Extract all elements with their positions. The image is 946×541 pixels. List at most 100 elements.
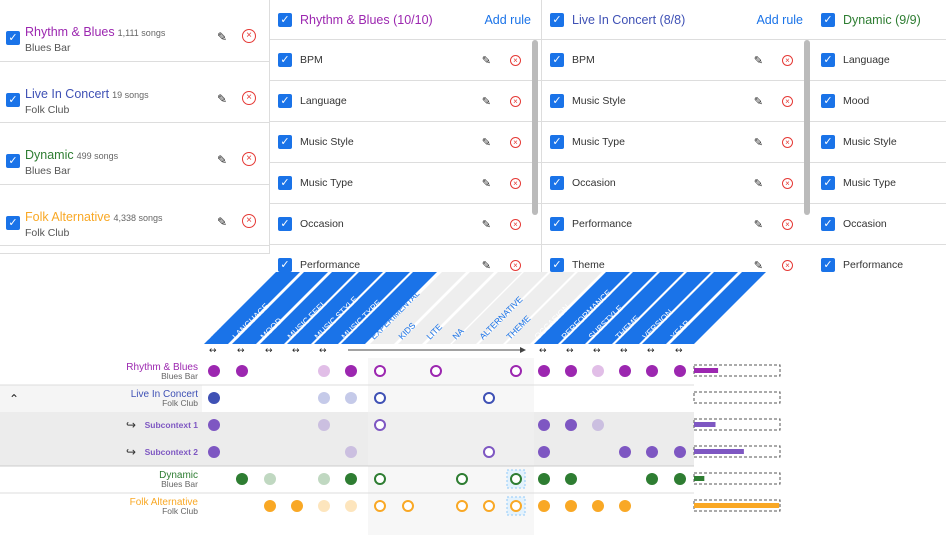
scrollbar[interactable] bbox=[532, 40, 538, 215]
pencil-icon[interactable]: ✎ bbox=[754, 177, 763, 190]
close-circle-icon[interactable]: × bbox=[242, 29, 256, 43]
check-icon[interactable]: ✓ bbox=[821, 12, 835, 27]
rule-item[interactable]: ✓ Language ✎ × bbox=[270, 81, 541, 122]
matrix-dot[interactable] bbox=[592, 500, 604, 512]
rule-item[interactable]: ✓ Mood bbox=[813, 81, 946, 122]
pencil-icon[interactable]: ✎ bbox=[754, 95, 763, 108]
matrix-dot[interactable] bbox=[208, 446, 220, 458]
check-icon[interactable]: ✓ bbox=[550, 53, 564, 67]
check-icon[interactable]: ✓ bbox=[278, 53, 292, 67]
check-icon[interactable]: ✓ bbox=[278, 135, 292, 149]
rule-item[interactable]: ✓ BPM ✎ × bbox=[542, 40, 813, 81]
close-circle-icon[interactable]: × bbox=[782, 54, 793, 66]
close-circle-icon[interactable]: × bbox=[782, 136, 793, 148]
close-circle-icon[interactable]: × bbox=[242, 213, 256, 228]
matrix-dot[interactable] bbox=[264, 473, 276, 485]
check-icon[interactable]: ✓ bbox=[278, 12, 292, 27]
pencil-icon[interactable]: ✎ bbox=[217, 153, 227, 167]
column-resize-icon[interactable]: ↔ bbox=[319, 346, 327, 356]
row-label[interactable]: Subcontext 1 bbox=[145, 420, 199, 430]
matrix-dot[interactable] bbox=[236, 365, 248, 377]
matrix-dot[interactable] bbox=[646, 365, 658, 377]
matrix-dot[interactable] bbox=[345, 473, 357, 485]
matrix-dot[interactable] bbox=[619, 446, 631, 458]
check-icon[interactable]: ✓ bbox=[550, 258, 564, 272]
pencil-icon[interactable]: ✎ bbox=[754, 54, 763, 67]
matrix-dot[interactable] bbox=[483, 500, 495, 512]
close-circle-icon[interactable]: × bbox=[510, 136, 521, 148]
matrix-dot[interactable] bbox=[264, 500, 276, 512]
pencil-icon[interactable]: ✎ bbox=[217, 92, 227, 106]
matrix-dot[interactable] bbox=[565, 500, 577, 512]
column-resize-icon[interactable]: ↔ bbox=[647, 346, 655, 356]
close-circle-icon[interactable]: × bbox=[510, 54, 521, 66]
matrix-dot[interactable] bbox=[538, 500, 550, 512]
matrix-dot[interactable] bbox=[483, 446, 495, 458]
context-item[interactable]: ✓ Rhythm & Blues 1,111 songs Blues Bar ✎ × bbox=[0, 0, 269, 62]
matrix-dot[interactable] bbox=[674, 446, 686, 458]
pencil-icon[interactable]: ✎ bbox=[217, 30, 227, 44]
check-icon[interactable]: ✓ bbox=[821, 258, 835, 272]
check-icon[interactable]: ✓ bbox=[550, 176, 564, 190]
check-icon[interactable]: ✓ bbox=[821, 176, 835, 190]
pencil-icon[interactable]: ✎ bbox=[482, 259, 491, 272]
matrix-dot[interactable] bbox=[510, 365, 522, 377]
rule-item[interactable]: ✓ Theme ✎ × bbox=[542, 245, 813, 274]
context-item[interactable]: ✓ Dynamic 499 songs Blues Bar ✎ × bbox=[0, 123, 269, 185]
check-icon[interactable]: ✓ bbox=[278, 94, 292, 108]
matrix-dot[interactable] bbox=[318, 473, 330, 485]
matrix-dot[interactable] bbox=[208, 419, 220, 431]
rule-item[interactable]: ✓ Music Type ✎ × bbox=[542, 122, 813, 163]
matrix-dot[interactable] bbox=[538, 446, 550, 458]
matrix-dot[interactable] bbox=[619, 365, 631, 377]
matrix-dot[interactable] bbox=[510, 473, 522, 485]
matrix-dot[interactable] bbox=[318, 419, 330, 431]
matrix-dot[interactable] bbox=[208, 365, 220, 377]
matrix-dot[interactable] bbox=[345, 392, 357, 404]
matrix-dot[interactable] bbox=[483, 392, 495, 404]
rule-item[interactable]: ✓ Occasion ✎ × bbox=[270, 204, 541, 245]
rule-item[interactable]: ✓ Music Type ✎ × bbox=[270, 163, 541, 204]
pencil-icon[interactable]: ✎ bbox=[754, 259, 763, 272]
rule-item[interactable]: ✓ BPM ✎ × bbox=[270, 40, 541, 81]
matrix-dot[interactable] bbox=[291, 500, 303, 512]
matrix-dot[interactable] bbox=[345, 500, 357, 512]
context-item[interactable]: ✓ Live In Concert 19 songs Folk Club ✎ × bbox=[0, 62, 269, 123]
matrix-dot[interactable] bbox=[402, 500, 414, 512]
matrix-dot[interactable] bbox=[374, 365, 386, 377]
matrix-dot[interactable] bbox=[374, 500, 386, 512]
column-resize-icon[interactable]: ↔ bbox=[539, 346, 547, 356]
context-name[interactable]: Live In Concert bbox=[25, 87, 109, 101]
matrix-dot[interactable] bbox=[565, 365, 577, 377]
check-icon[interactable]: ✓ bbox=[278, 217, 292, 231]
chevron-up-icon[interactable]: ⌃ bbox=[9, 392, 19, 406]
rule-item[interactable]: ✓ Music Type bbox=[813, 163, 946, 204]
close-circle-icon[interactable]: × bbox=[242, 152, 256, 166]
rule-item[interactable]: ✓ Performance ✎ × bbox=[270, 245, 541, 274]
context-name[interactable]: Folk Alternative bbox=[25, 210, 110, 224]
rule-item[interactable]: ✓ Language bbox=[813, 40, 946, 81]
matrix-dot[interactable] bbox=[318, 365, 330, 377]
rule-item[interactable]: ✓ Music Style bbox=[813, 122, 946, 163]
matrix-dot[interactable] bbox=[674, 365, 686, 377]
close-circle-icon[interactable]: × bbox=[782, 259, 793, 271]
matrix-dot[interactable] bbox=[318, 500, 330, 512]
matrix-dot[interactable] bbox=[538, 419, 550, 431]
column-resize-icon[interactable]: ↔ bbox=[237, 346, 245, 356]
matrix-dot[interactable] bbox=[345, 365, 357, 377]
row-label[interactable]: Subcontext 2 bbox=[145, 447, 199, 457]
column-resize-icon[interactable]: ↔ bbox=[292, 346, 300, 356]
check-icon[interactable]: ✓ bbox=[278, 176, 292, 190]
rule-item[interactable]: ✓ Performance ✎ × bbox=[542, 204, 813, 245]
check-icon[interactable]: ✓ bbox=[550, 12, 564, 27]
matrix-dot[interactable] bbox=[208, 392, 220, 404]
pencil-icon[interactable]: ✎ bbox=[217, 215, 227, 229]
close-circle-icon[interactable]: × bbox=[782, 95, 793, 107]
matrix-dot[interactable] bbox=[565, 419, 577, 431]
check-icon[interactable]: ✓ bbox=[821, 94, 835, 108]
column-resize-icon[interactable]: ↔ bbox=[593, 346, 601, 356]
rule-item[interactable]: ✓ Music Style ✎ × bbox=[270, 122, 541, 163]
pencil-icon[interactable]: ✎ bbox=[482, 218, 491, 231]
matrix-dot[interactable] bbox=[236, 473, 248, 485]
close-circle-icon[interactable]: × bbox=[510, 259, 521, 271]
